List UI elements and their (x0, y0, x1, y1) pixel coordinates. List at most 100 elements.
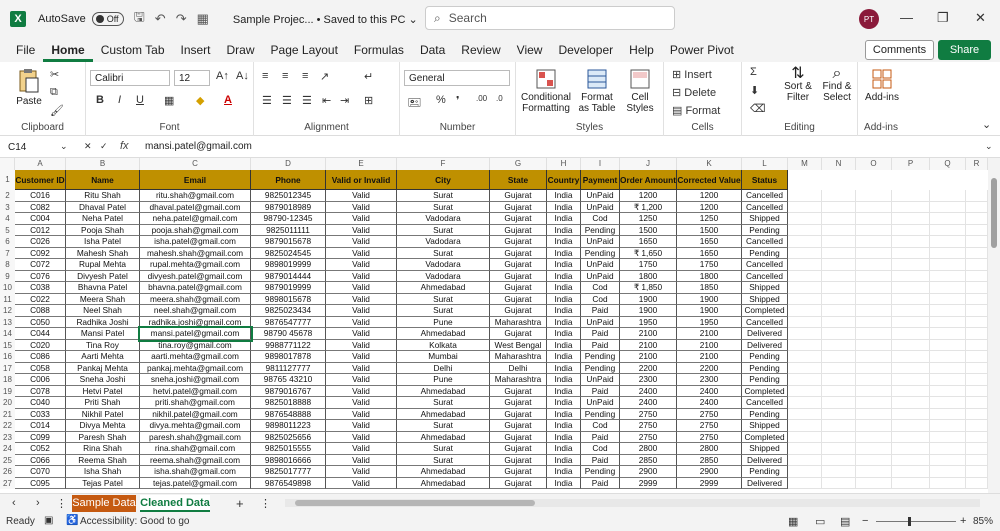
table-cell[interactable]: reema.shah@gmail.com (140, 454, 251, 466)
tab-developer[interactable]: Developer (550, 38, 621, 62)
table-cell[interactable]: Gujarat (490, 259, 547, 271)
table-cell[interactable]: Shipped (742, 443, 788, 455)
table-cell[interactable]: Pending (742, 374, 788, 386)
table-cell[interactable]: India (547, 454, 581, 466)
table-cell[interactable]: 2800 (677, 443, 742, 455)
zoom-level[interactable]: 85% (973, 516, 993, 527)
table-cell[interactable]: Paid (581, 477, 620, 489)
header-cell[interactable]: Valid or Invalid (326, 170, 397, 190)
currency-icon[interactable]: 🖭 (408, 94, 421, 113)
empty-cell[interactable] (930, 408, 966, 420)
table-cell[interactable]: Vadodara (397, 259, 490, 271)
table-cell[interactable]: Valid (326, 397, 397, 409)
empty-cell[interactable] (822, 408, 856, 420)
empty-cell[interactable] (822, 259, 856, 271)
more-sheets-icon[interactable]: ⋮ (56, 497, 67, 510)
table-cell[interactable]: Valid (326, 362, 397, 374)
table-cell[interactable]: UnPaid (581, 236, 620, 248)
table-cell[interactable]: 2750 (620, 408, 677, 420)
table-cell[interactable]: pooja.shah@gmail.com (140, 224, 251, 236)
table-cell[interactable]: Gujarat (490, 466, 547, 478)
table-cell[interactable]: Surat (397, 443, 490, 455)
comments-button[interactable]: Comments (865, 40, 934, 60)
empty-cell[interactable] (966, 305, 988, 317)
column-header-j[interactable]: J (620, 158, 677, 170)
empty-cell[interactable] (930, 374, 966, 386)
align-center-icon[interactable]: ☰ (282, 94, 292, 107)
italic-button[interactable]: I (118, 94, 121, 106)
empty-cell[interactable] (788, 247, 822, 259)
copy-icon[interactable]: ⧉ (50, 86, 58, 99)
scroll-thumb[interactable] (991, 178, 997, 248)
empty-cell[interactable] (822, 224, 856, 236)
minimize-icon[interactable]: — (900, 10, 913, 25)
table-cell[interactable]: Reema Shah (66, 454, 140, 466)
zoom-slider-handle[interactable] (908, 517, 911, 526)
table-cell[interactable]: Valid (326, 385, 397, 397)
empty-cell[interactable] (856, 305, 892, 317)
empty-cell[interactable] (966, 259, 988, 271)
table-cell[interactable]: Divya Mehta (66, 420, 140, 432)
table-cell[interactable]: C088 (15, 305, 66, 317)
empty-cell[interactable] (788, 362, 822, 374)
table-cell[interactable]: Ahmedabad (397, 282, 490, 294)
empty-cell[interactable] (788, 213, 822, 225)
table-cell[interactable]: Pending (742, 224, 788, 236)
table-cell[interactable]: Valid (326, 408, 397, 420)
sheet-options-icon[interactable]: ⋮ (260, 497, 271, 510)
table-cell[interactable]: 2100 (677, 339, 742, 351)
empty-cell[interactable] (788, 305, 822, 317)
column-header-k[interactable]: K (677, 158, 742, 170)
empty-cell[interactable] (856, 201, 892, 213)
table-cell[interactable]: 98790 45678 (251, 328, 326, 340)
table-cell[interactable]: 2100 (677, 351, 742, 363)
empty-cell[interactable] (966, 282, 988, 294)
tab-power-pivot[interactable]: Power Pivot (662, 38, 742, 62)
table-cell[interactable]: Vadodara (397, 236, 490, 248)
table-cell[interactable]: 9825025656 (251, 431, 326, 443)
empty-cell[interactable] (822, 236, 856, 248)
macro-record-icon[interactable]: ▣ (44, 515, 53, 526)
table-cell[interactable]: Valid (326, 477, 397, 489)
empty-cell[interactable] (856, 408, 892, 420)
table-cell[interactable]: Pankaj Mehta (66, 362, 140, 374)
sheet-tab-cleaned-data[interactable]: Cleaned Data (140, 495, 210, 512)
fill-color-icon[interactable]: ◆ (196, 94, 204, 107)
row-header[interactable]: 18 (0, 374, 15, 386)
table-cell[interactable]: India (547, 374, 581, 386)
table-cell[interactable]: Gujarat (490, 443, 547, 455)
table-cell[interactable]: India (547, 259, 581, 271)
table-cell[interactable]: Valid (326, 328, 397, 340)
column-header-f[interactable]: F (397, 158, 490, 170)
table-cell[interactable]: Neha Patel (66, 213, 140, 225)
vertical-scrollbar[interactable] (988, 158, 1000, 493)
table-cell[interactable]: 2300 (620, 374, 677, 386)
table-cell[interactable]: Divyesh Patel (66, 270, 140, 282)
empty-cell[interactable] (856, 420, 892, 432)
empty-cell[interactable] (930, 443, 966, 455)
empty-cell[interactable] (930, 397, 966, 409)
fx-icon[interactable]: fx (120, 140, 129, 152)
empty-cell[interactable] (822, 454, 856, 466)
empty-cell[interactable] (966, 339, 988, 351)
table-cell[interactable]: Sneha Joshi (66, 374, 140, 386)
table-cell[interactable]: Aarti Mehta (66, 351, 140, 363)
column-header-c[interactable]: C (140, 158, 251, 170)
table-cell[interactable]: Pending (742, 247, 788, 259)
empty-cell[interactable] (822, 385, 856, 397)
empty-cell[interactable] (966, 293, 988, 305)
empty-cell[interactable] (788, 270, 822, 282)
document-title[interactable]: Sample Projec... • Saved to this PC ⌄ (233, 13, 418, 26)
empty-cell[interactable] (966, 328, 988, 340)
empty-cell[interactable] (822, 351, 856, 363)
wrap-text-icon[interactable]: ↵ (364, 70, 373, 83)
empty-cell[interactable] (930, 477, 966, 489)
row-header[interactable]: 17 (0, 362, 15, 374)
table-cell[interactable]: C033 (15, 408, 66, 420)
empty-cell[interactable] (930, 259, 966, 271)
empty-cell[interactable] (822, 190, 856, 202)
column-header-q[interactable]: Q (930, 158, 966, 170)
header-cell[interactable]: Customer ID (15, 170, 66, 190)
empty-cell[interactable] (856, 316, 892, 328)
table-cell[interactable]: Cancelled (742, 201, 788, 213)
